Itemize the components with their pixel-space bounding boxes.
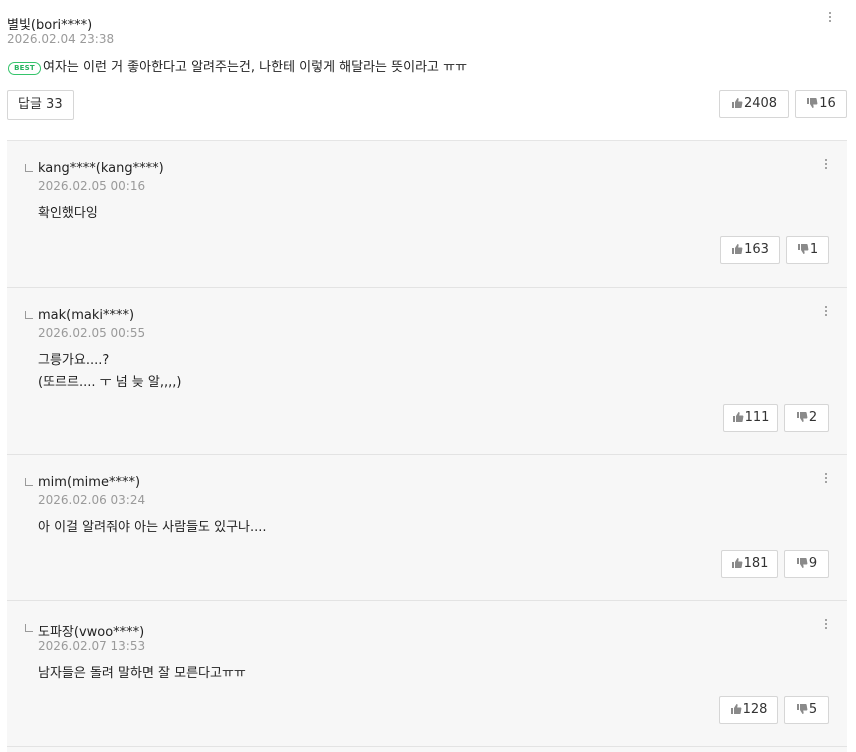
like-button[interactable]: 163 bbox=[720, 236, 780, 264]
dislike-count: 16 bbox=[819, 96, 836, 111]
reply-author[interactable]: kang****(kang****) bbox=[38, 161, 164, 176]
more-options-icon[interactable] bbox=[821, 159, 831, 175]
like-button[interactable]: 111 bbox=[723, 404, 778, 432]
dislike-button[interactable]: 5 bbox=[784, 696, 829, 724]
thumbs-up-icon bbox=[732, 244, 743, 254]
like-count: 128 bbox=[742, 702, 768, 717]
dislike-count: 1 bbox=[809, 242, 819, 257]
thumbs-down-icon bbox=[796, 558, 808, 568]
reply-date: 2026.02.06 03:24 bbox=[38, 493, 146, 507]
more-options-icon[interactable] bbox=[825, 12, 835, 28]
reply-count-button[interactable]: 답글 33 bbox=[7, 90, 74, 120]
best-badge: BEST bbox=[8, 62, 41, 75]
like-count: 181 bbox=[743, 556, 769, 571]
reply-text: 아 이걸 알려줘야 아는 사람들도 있구나.... bbox=[38, 520, 267, 535]
reply-text: 그릉가요....? (또르르.... ㅜ 넘 늦 알,,,,) bbox=[38, 353, 182, 390]
reply-item: mak(maki****) 2026.02.05 00:55 그릉가요....?… bbox=[7, 288, 847, 455]
comment-date: 2026.02.04 23:38 bbox=[7, 32, 115, 46]
reply-date: 2026.02.07 13:53 bbox=[38, 639, 146, 653]
dislike-count: 2 bbox=[808, 410, 818, 425]
like-button[interactable]: 2408 bbox=[719, 90, 789, 118]
dislike-button[interactable]: 9 bbox=[784, 550, 829, 578]
thumbs-up-icon bbox=[730, 704, 741, 714]
comment-text: 여자는 이런 거 좋아한다고 알려주는건, 나한테 이렇게 해달라는 뜻이라고 … bbox=[43, 60, 468, 75]
more-options-icon[interactable] bbox=[821, 473, 831, 489]
reply-date: 2026.02.05 00:16 bbox=[38, 179, 146, 193]
reply-item: kang****(kang****) 2026.02.05 00:16 확인했다… bbox=[7, 141, 847, 288]
more-options-icon[interactable] bbox=[821, 306, 831, 322]
like-count: 163 bbox=[744, 242, 769, 257]
reply-date: 2026.02.05 00:55 bbox=[38, 326, 146, 340]
like-count: 2408 bbox=[743, 96, 778, 111]
main-comment: 별빛(bori****) 2026.02.04 23:38 BEST 여자는 이… bbox=[0, 0, 856, 140]
comment-author[interactable]: 별빛(bori****) bbox=[7, 14, 92, 33]
thumbs-down-icon bbox=[797, 244, 809, 254]
dislike-count: 9 bbox=[808, 556, 818, 571]
dislike-count: 5 bbox=[808, 702, 818, 717]
dislike-button[interactable]: 16 bbox=[795, 90, 847, 118]
dislike-button[interactable]: 1 bbox=[786, 236, 829, 264]
reply-author[interactable]: 도파장(vwoo****) bbox=[38, 621, 144, 640]
more-options-icon[interactable] bbox=[821, 619, 831, 635]
reply-author[interactable]: mak(maki****) bbox=[38, 308, 134, 323]
reply-text: 남자들은 돌려 말하면 잘 모른다고ㅠㅠ bbox=[38, 666, 246, 681]
thumbs-up-icon bbox=[731, 98, 743, 108]
thumbs-up-icon bbox=[731, 558, 742, 568]
like-button[interactable]: 181 bbox=[721, 550, 778, 578]
reply-author[interactable]: mim(mime****) bbox=[38, 475, 140, 490]
reply-indicator-icon bbox=[25, 311, 33, 319]
thumbs-up-icon bbox=[732, 412, 743, 422]
reply-indicator-icon bbox=[25, 624, 33, 632]
reply-item: mim(mime****) 2026.02.06 03:24 아 이걸 알려줘야… bbox=[7, 455, 847, 601]
like-count: 111 bbox=[744, 410, 770, 425]
reply-indicator-icon bbox=[25, 478, 33, 486]
reply-indicator-icon bbox=[25, 164, 33, 172]
thumbs-down-icon bbox=[796, 704, 808, 714]
dislike-button[interactable]: 2 bbox=[784, 404, 829, 432]
like-button[interactable]: 128 bbox=[719, 696, 778, 724]
reply-text: 확인했다잉 bbox=[38, 206, 98, 221]
reply-item: 도파장(vwoo****) 2026.02.07 13:53 남자들은 돌려 말… bbox=[7, 601, 847, 747]
thumbs-down-icon bbox=[796, 412, 808, 422]
reply-list: kang****(kang****) 2026.02.05 00:16 확인했다… bbox=[7, 140, 847, 752]
thumbs-down-icon bbox=[807, 98, 818, 108]
